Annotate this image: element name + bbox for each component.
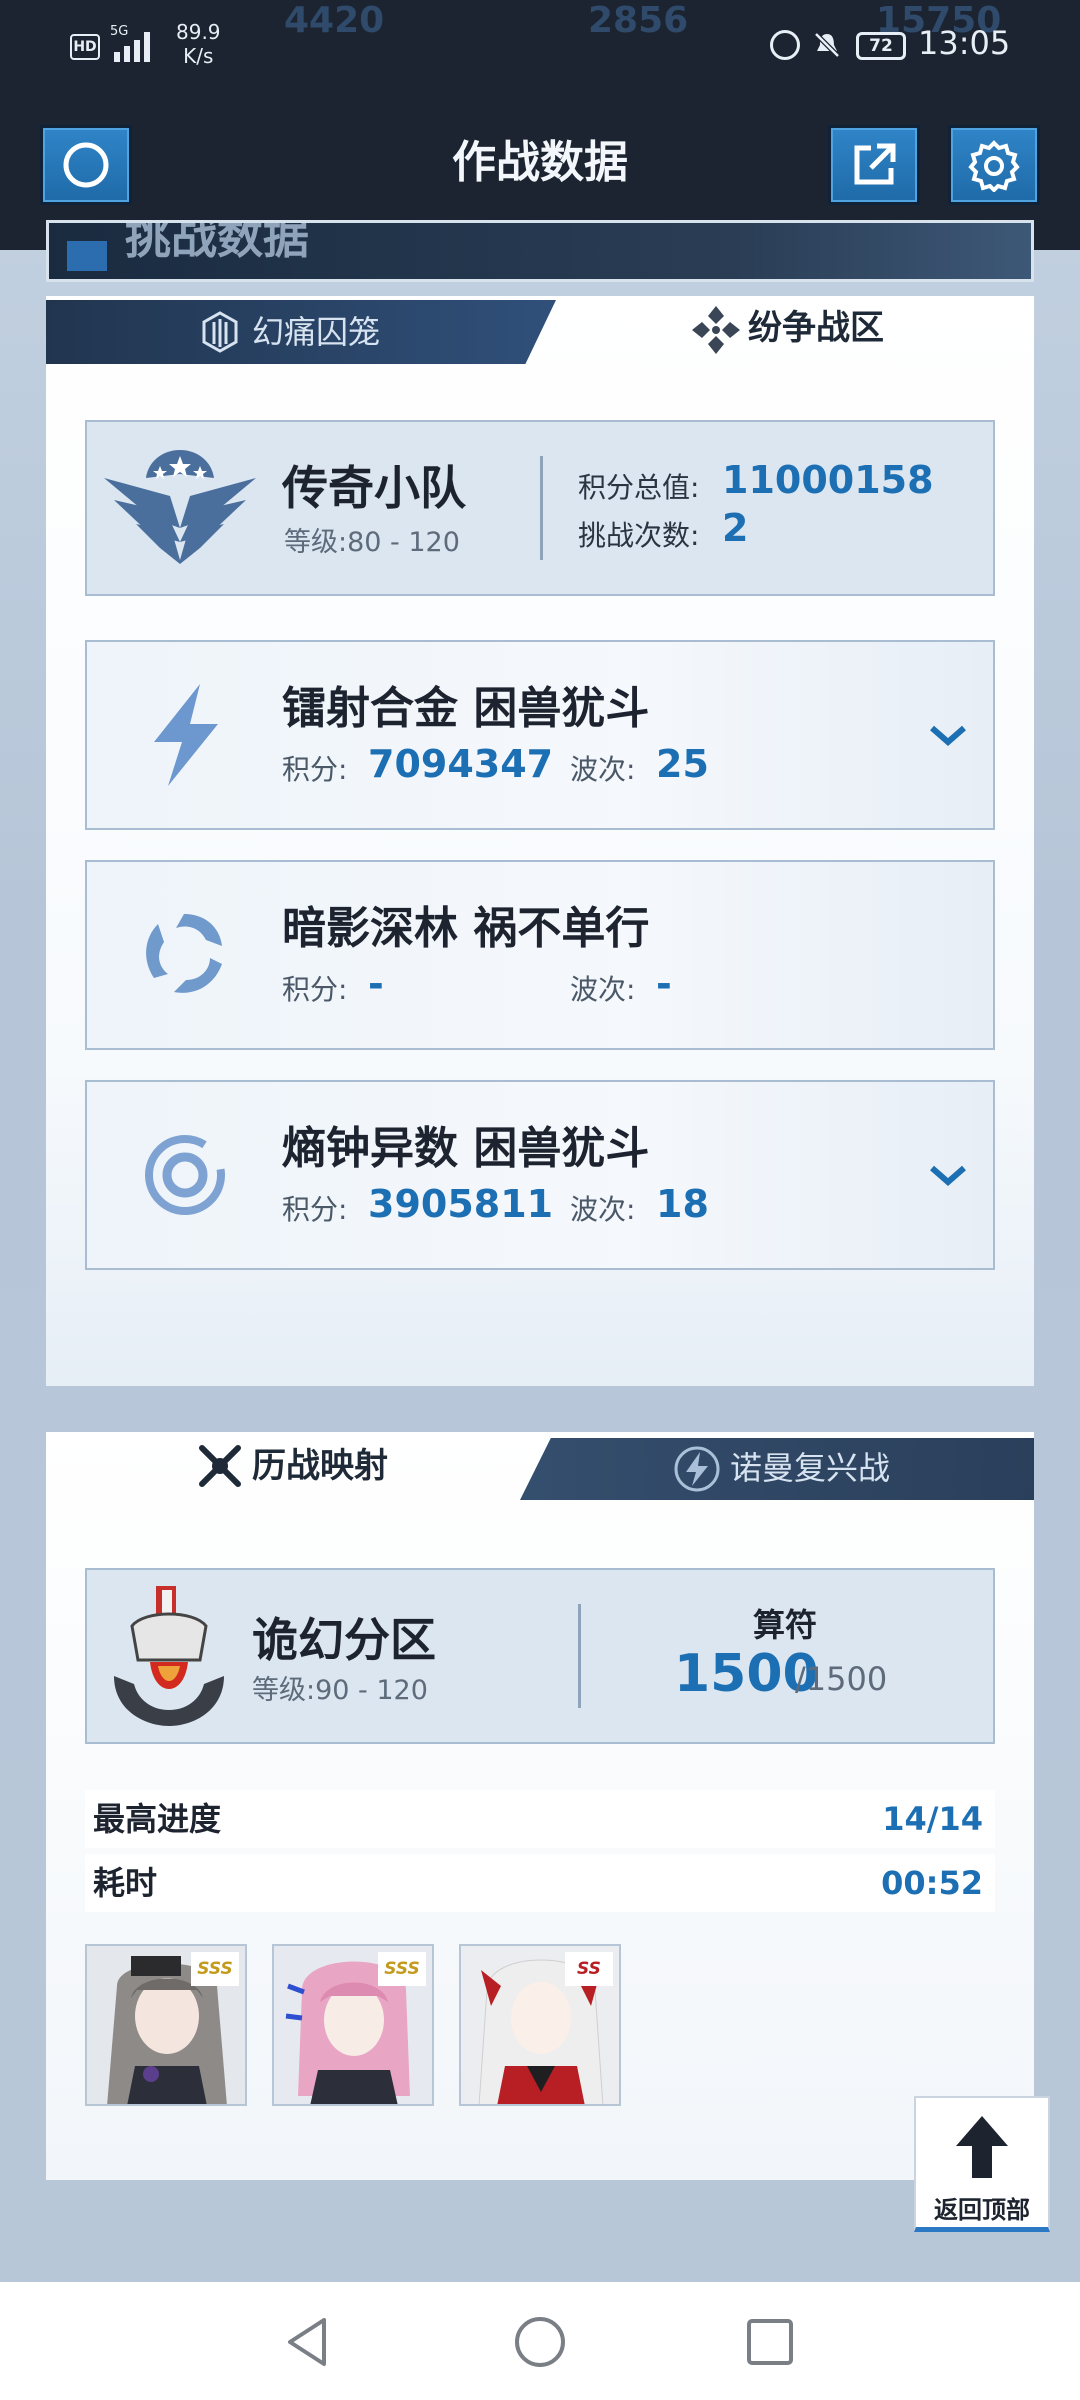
character-portrait[interactable]: SSS [272, 1944, 434, 2106]
rank-badge: SSS [191, 1952, 239, 1986]
share-button[interactable] [828, 125, 920, 205]
clock: 13:05 [918, 24, 1011, 62]
tab-war-zone[interactable]: 纷争战区 [748, 300, 884, 356]
challenge-banner: 挑战数据 [46, 220, 1034, 282]
time-label: 耗时 [93, 1864, 158, 1902]
wave-value: - [656, 962, 672, 1006]
wave-value: 18 [656, 1182, 709, 1226]
progress-value: 14/14 [882, 1800, 983, 1838]
swirl-icon [136, 906, 232, 1002]
back-to-top-button[interactable]: 返回顶部 [914, 2096, 1050, 2232]
mute-icon [812, 30, 842, 60]
tab-history-mapping[interactable]: 历战映射 [252, 1438, 388, 1494]
attempts-value: 2 [722, 506, 749, 550]
score-value: 3905811 [368, 1182, 554, 1226]
nav-recents-icon[interactable] [740, 2312, 800, 2372]
level-value: 80 - 120 [347, 527, 460, 558]
tab-label: 诺曼复兴战 [730, 1449, 891, 1487]
battery-icon: 72 [856, 32, 906, 60]
boss-title: 暗影深林 祸不单行 [282, 903, 650, 954]
progress-row: 最高进度 14/14 [85, 1790, 995, 1848]
back-to-top-label: 返回顶部 [934, 2196, 1030, 2224]
nav-back-icon[interactable] [280, 2312, 340, 2372]
lightning-icon [140, 680, 230, 790]
gear-icon [968, 140, 1020, 192]
system-nav-bar [0, 2282, 1080, 2400]
divider [540, 456, 543, 560]
operator-label: 算符 [752, 1606, 817, 1644]
page-title: 作战数据 [452, 137, 628, 188]
team-name: 传奇小队 [282, 461, 466, 515]
hd-badge: HD [70, 34, 100, 60]
banner-icon [67, 241, 107, 271]
wave-label: 波次: [570, 1193, 636, 1226]
level-label: 等级: [284, 527, 348, 558]
banner-title: 挑战数据 [125, 220, 309, 264]
zone-emblem-icon [104, 1580, 234, 1730]
character-portrait[interactable]: SSS [85, 1944, 247, 2106]
score-label: 积分: [282, 753, 348, 786]
arrow-up-icon [952, 2112, 1012, 2184]
attempts-label: 挑战次数: [578, 519, 700, 552]
signal-icon: 5G [108, 24, 158, 62]
operator-max: /1500 [795, 1660, 888, 1698]
score-label: 积分: [282, 1193, 348, 1226]
speed-unit: K/s [183, 44, 214, 68]
network-type: 5G [110, 24, 129, 39]
chevron-down-icon[interactable] [928, 1160, 968, 1190]
rank-badge: SS [565, 1952, 613, 1986]
total-score-label: 积分总值: [578, 471, 700, 504]
chevron-down-icon[interactable] [928, 720, 968, 750]
external-link-icon [854, 143, 896, 185]
team-level: 等级:80 - 120 [284, 520, 460, 559]
settings-button[interactable] [948, 125, 1040, 205]
cage-icon [198, 310, 242, 354]
boss-title: 镭射合金 困兽犹斗 [282, 683, 650, 734]
boss-title: 熵钟异数 困兽犹斗 [282, 1123, 650, 1174]
zone-level: 等级:90 - 120 [252, 1668, 428, 1707]
score-label: 积分: [282, 973, 348, 1006]
wave-value: 25 [656, 742, 709, 786]
bolt-circle-icon [672, 1444, 722, 1494]
divider [578, 1604, 581, 1708]
speed-value: 89.9 [176, 20, 221, 44]
nav-home-icon[interactable] [510, 2312, 570, 2372]
total-score-value: 11000158 [722, 458, 934, 502]
ghost-number: 4420 [284, 0, 385, 41]
time-row: 耗时 00:52 [85, 1854, 995, 1912]
tab-label: 幻痛囚笼 [252, 313, 381, 351]
rank-badge: SSS [378, 1952, 426, 1986]
circle-icon [63, 142, 109, 188]
war-zone-icon [690, 304, 742, 356]
score-value: - [368, 962, 384, 1006]
crossed-guns-icon [194, 1440, 246, 1492]
character-portrait[interactable]: SS [459, 1944, 621, 2106]
time-value: 00:52 [881, 1864, 983, 1902]
menu-button[interactable] [40, 125, 132, 205]
level-label: 等级: [252, 1675, 316, 1706]
wave-label: 波次: [570, 973, 636, 1006]
legend-team-emblem-icon [100, 444, 260, 566]
score-value: 7094347 [368, 742, 554, 786]
zone-name: 诡幻分区 [252, 1613, 436, 1667]
level-value: 90 - 120 [315, 1675, 428, 1706]
wave-label: 波次: [570, 753, 636, 786]
ring-icon [140, 1130, 230, 1220]
network-speed: 89.9 K/s [176, 20, 221, 68]
alarm-icon [770, 30, 800, 60]
progress-label: 最高进度 [93, 1800, 222, 1838]
ghost-number: 2856 [588, 0, 689, 41]
status-bar: 4420 2856 15750 HD 5G 89.9 K/s 72 13:05 [0, 0, 1080, 96]
